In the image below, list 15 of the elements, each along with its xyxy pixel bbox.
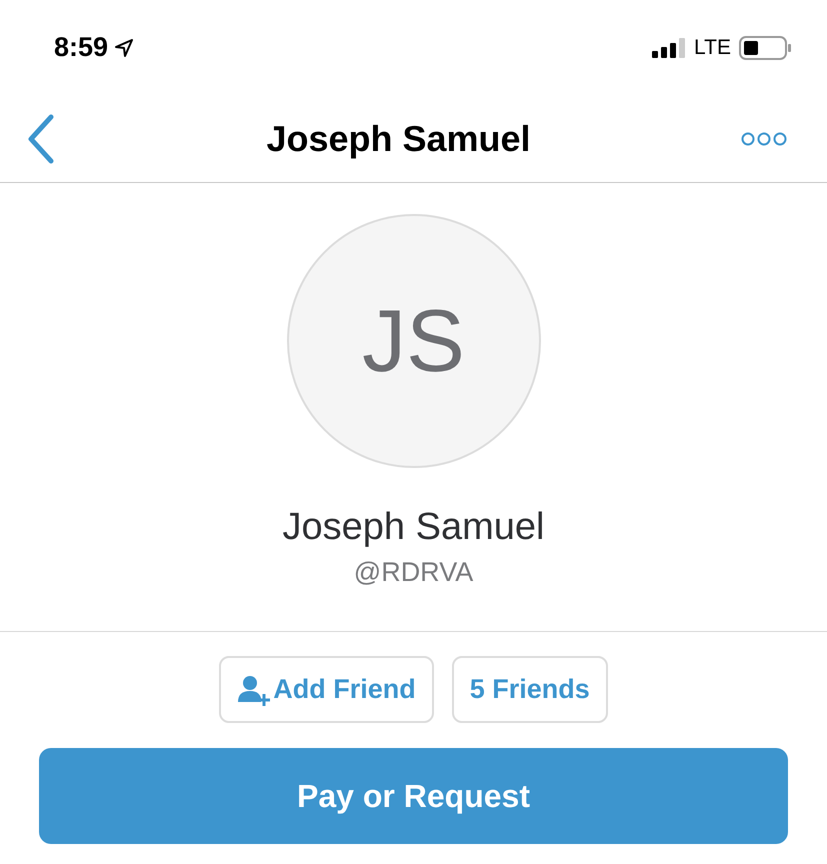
nav-title: Joseph Samuel — [266, 118, 531, 160]
pay-or-request-button[interactable]: Pay or Request — [39, 748, 788, 844]
add-person-icon — [237, 674, 272, 706]
avatar: JS — [286, 214, 540, 468]
status-time: 8:59 — [54, 32, 134, 63]
battery-icon — [739, 36, 791, 60]
profile-handle: @RDRVA — [354, 557, 474, 588]
friends-button[interactable]: 5 Friends — [452, 656, 608, 723]
location-arrow-icon — [114, 38, 134, 58]
back-button[interactable] — [26, 114, 56, 164]
network-label: LTE — [694, 36, 731, 60]
more-button[interactable] — [741, 132, 787, 146]
profile-name: Joseph Samuel — [282, 506, 544, 549]
signal-icon — [652, 38, 686, 58]
add-friend-button[interactable]: Add Friend — [219, 656, 434, 723]
